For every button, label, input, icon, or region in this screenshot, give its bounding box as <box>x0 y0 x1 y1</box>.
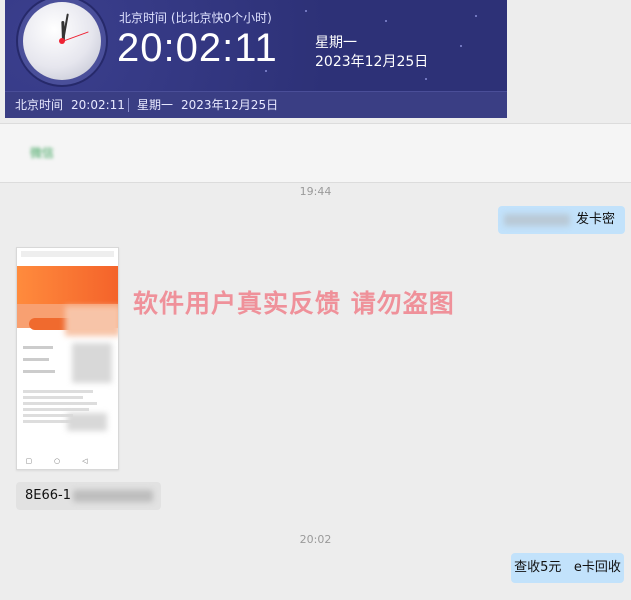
message-bubble-received[interactable]: 8E66-1 <box>16 482 161 510</box>
image-message[interactable]: ▢○◁ <box>16 247 119 470</box>
analog-clock-icon <box>23 2 101 80</box>
time-divider: 20:02 <box>299 533 332 546</box>
chat-title: 微信 <box>30 146 55 160</box>
message-text: 查收5元 e卡回收 <box>514 560 621 575</box>
clock-widget: 北京时间 (比北京快0个小时) 20:02:11 星期一 2023年12月25日… <box>5 0 507 118</box>
footer-divider <box>128 98 129 112</box>
footer-time: 20:02:11 <box>71 98 125 112</box>
phone-nav-icons: ▢○◁ <box>25 457 110 465</box>
redacted-text <box>73 489 153 502</box>
redacted-text <box>503 213 570 226</box>
message-text: 发卡密 <box>575 212 615 227</box>
weekday: 星期一 <box>315 35 357 51</box>
message-text: 8E66-1 <box>25 488 71 503</box>
time-divider: 19:44 <box>299 185 332 198</box>
watermark-text: 软件用户真实反馈 请勿盗图 <box>133 289 455 318</box>
digital-time: 20:02:11 <box>117 26 278 70</box>
footer-date: 2023年12月25日 <box>181 98 279 112</box>
chat-header: 微信 <box>0 123 631 183</box>
clock-footer: 北京时间 20:02:11 星期一 2023年12月25日 <box>5 91 507 118</box>
message-bubble-sent[interactable]: 查收5元 e卡回收 <box>511 553 624 583</box>
date: 2023年12月25日 <box>315 54 429 70</box>
message-bubble-sent[interactable]: 发卡密 <box>498 206 625 234</box>
timezone-label: 北京时间 (比北京快0个小时) <box>119 11 272 25</box>
footer-label: 北京时间 <box>15 98 64 112</box>
footer-weekday: 星期一 <box>137 98 174 112</box>
